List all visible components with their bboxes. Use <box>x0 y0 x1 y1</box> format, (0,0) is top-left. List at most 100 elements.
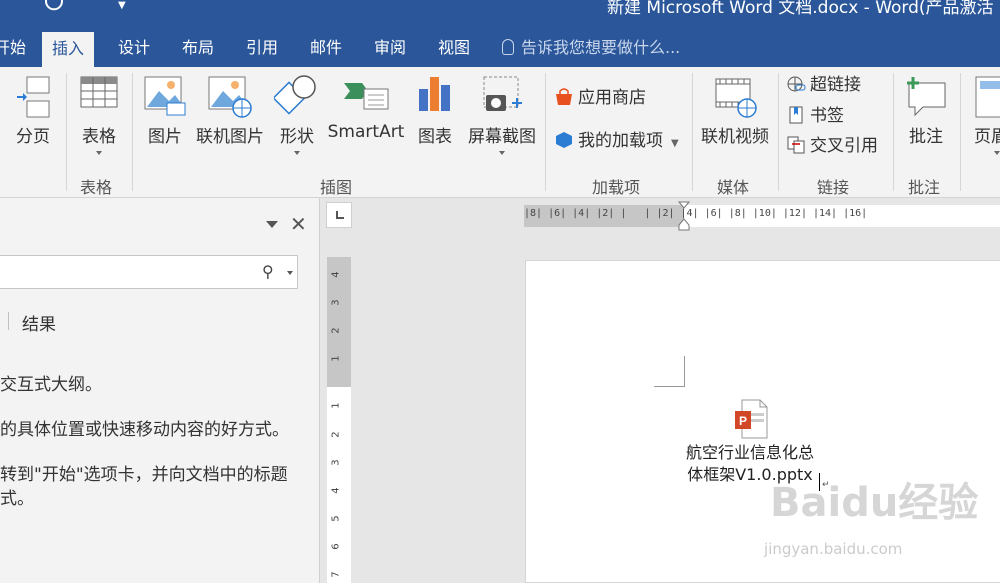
tell-me-label: 告诉我您想要做什么... <box>521 38 681 57</box>
chevron-down-icon <box>294 151 300 155</box>
table-button[interactable]: 表格 <box>74 67 124 167</box>
screenshot-label: 屏幕截图 <box>468 127 536 147</box>
tab-mailings[interactable]: 邮件 <box>310 30 342 67</box>
group-label-comments: 批注 <box>908 178 941 197</box>
tab-insert[interactable]: 插入 <box>42 32 95 67</box>
group-separator <box>66 73 67 191</box>
chevron-down-icon: ▼ <box>671 138 679 149</box>
group-separator <box>960 73 961 191</box>
undo-icon[interactable] <box>40 0 68 14</box>
nav-help-line: 转到"开始"选项卡，并向文档中的标题 <box>0 465 288 485</box>
indent-marker[interactable] <box>678 201 690 231</box>
tab-divider <box>8 312 9 330</box>
my-addins-button[interactable]: 我的加载项 ▼ <box>554 128 679 154</box>
cross-reference-button[interactable]: 交叉引用 <box>786 133 878 159</box>
ruler-number: 3 <box>330 459 342 466</box>
watermark-url: jingyan.baidu.com <box>764 540 903 558</box>
svg-text:P: P <box>739 414 747 428</box>
lightbulb-icon <box>502 39 514 55</box>
page-break-icon <box>17 76 50 118</box>
comment-button[interactable]: 批注 <box>898 67 954 167</box>
search-input[interactable]: ⚲ <box>0 255 298 289</box>
nav-help-line: 的具体位置或快速移动内容的好方式。 <box>0 420 289 440</box>
ruler-numbers: |8| |6| |4| |2| | | |2| |4| |6| |8| |10|… <box>524 208 868 219</box>
close-icon[interactable]: ✕ <box>290 212 307 236</box>
tab-layout[interactable]: 布局 <box>182 30 214 67</box>
tell-me-box[interactable]: 告诉我您想要做什么... <box>502 30 680 67</box>
hyperlink-button[interactable]: 超链接 <box>786 72 861 98</box>
screenshot-icon <box>483 76 522 111</box>
chevron-down-icon[interactable] <box>287 271 293 275</box>
online-video-label: 联机视频 <box>701 127 769 147</box>
group-label-addins: 加载项 <box>592 178 641 197</box>
store-label: 应用商店 <box>578 88 646 108</box>
search-icon[interactable]: ⚲ <box>262 262 274 281</box>
nav-help-line: 交互式大纲。 <box>0 375 102 395</box>
tab-home[interactable]: 开始 <box>0 30 26 67</box>
bookmark-icon <box>789 106 803 124</box>
smartart-label: SmartArt <box>327 122 405 142</box>
cross-reference-label: 交叉引用 <box>810 136 878 156</box>
vertical-ruler[interactable]: 4 3 2 1 1 2 3 4 5 6 7 <box>327 257 351 583</box>
header-label: 页眉 <box>974 127 1000 147</box>
cross-reference-icon <box>787 136 805 154</box>
online-picture-icon <box>208 76 252 118</box>
page-break-label: 分页 <box>16 127 50 147</box>
customize-qat-icon[interactable]: ▼ <box>118 0 126 11</box>
shapes-icon <box>274 75 316 115</box>
pane-options-icon[interactable] <box>266 221 278 228</box>
horizontal-ruler[interactable]: |8| |6| |4| |2| | | |2| |4| |6| |8| |10|… <box>524 201 1000 231</box>
group-label-links: 链接 <box>817 178 850 197</box>
chevron-down-icon <box>499 151 505 155</box>
file-name-line: 航空行业信息化总 <box>685 443 814 462</box>
store-button[interactable]: 应用商店 <box>554 85 646 111</box>
bookmark-button[interactable]: 书签 <box>786 103 844 129</box>
pptx-file-icon[interactable]: P <box>734 399 768 439</box>
ruler-number: 3 <box>330 299 342 306</box>
chart-icon <box>419 77 450 111</box>
page-break-button[interactable]: 分页 <box>8 67 58 167</box>
hyperlink-label: 超链接 <box>810 75 861 95</box>
shapes-label: 形状 <box>280 127 314 147</box>
group-label-tables: 表格 <box>80 178 113 197</box>
ruler-number: 2 <box>330 431 342 438</box>
comment-label: 批注 <box>909 127 943 147</box>
shapes-button[interactable]: 形状 <box>272 67 322 167</box>
tab-design[interactable]: 设计 <box>118 30 150 67</box>
picture-icon <box>144 76 186 116</box>
online-picture-button[interactable]: 联机图片 <box>194 67 266 167</box>
nav-help-line: 式。 <box>0 489 34 509</box>
picture-label: 图片 <box>148 127 182 147</box>
tab-review[interactable]: 审阅 <box>374 30 406 67</box>
group-label-illustrations: 插图 <box>320 178 353 197</box>
screenshot-button[interactable]: 屏幕截图 <box>462 67 542 167</box>
ribbon-insert: 分页 表格 表格 图片 联机图片 形状 SmartArt 图表 屏幕截图 插图 … <box>0 67 1000 198</box>
ribbon-tabs: 开始 插入 设计 布局 引用 邮件 审阅 视图 告诉我您想要做什么... <box>0 30 1000 67</box>
chevron-down-icon <box>994 151 1000 155</box>
tab-results[interactable]: 结果 <box>22 310 56 335</box>
watermark-logo: Baidu经验 <box>770 480 979 526</box>
margin-crop-mark <box>654 356 685 387</box>
chevron-down-icon <box>96 151 102 155</box>
header-button[interactable]: 页眉 <box>966 67 1000 167</box>
chart-label: 图表 <box>418 127 452 147</box>
smartart-button[interactable]: SmartArt <box>326 67 406 167</box>
chart-button[interactable]: 图表 <box>412 67 458 167</box>
store-icon <box>556 88 572 105</box>
my-addins-label: 我的加载项 <box>578 131 663 151</box>
header-icon <box>975 76 1000 118</box>
group-separator <box>692 73 693 191</box>
online-video-button[interactable]: 联机视频 <box>696 67 774 167</box>
ruler-number: 5 <box>330 515 342 522</box>
bookmark-label: 书签 <box>810 106 844 126</box>
group-label-media: 媒体 <box>717 178 750 197</box>
navigation-pane: ✕ ⚲ 结果 交互式大纲。 的具体位置或快速移动内容的好方式。 转到"开始"选项… <box>0 198 320 583</box>
group-separator <box>893 73 894 191</box>
picture-button[interactable]: 图片 <box>140 67 190 167</box>
tab-selector[interactable] <box>326 202 352 228</box>
online-video-icon <box>715 78 757 118</box>
table-icon <box>80 76 118 108</box>
tab-view[interactable]: 视图 <box>438 30 470 67</box>
window-title: 新建 Microsoft Word 文档.docx - Word(产品激活 <box>607 0 994 18</box>
tab-references[interactable]: 引用 <box>246 30 278 67</box>
